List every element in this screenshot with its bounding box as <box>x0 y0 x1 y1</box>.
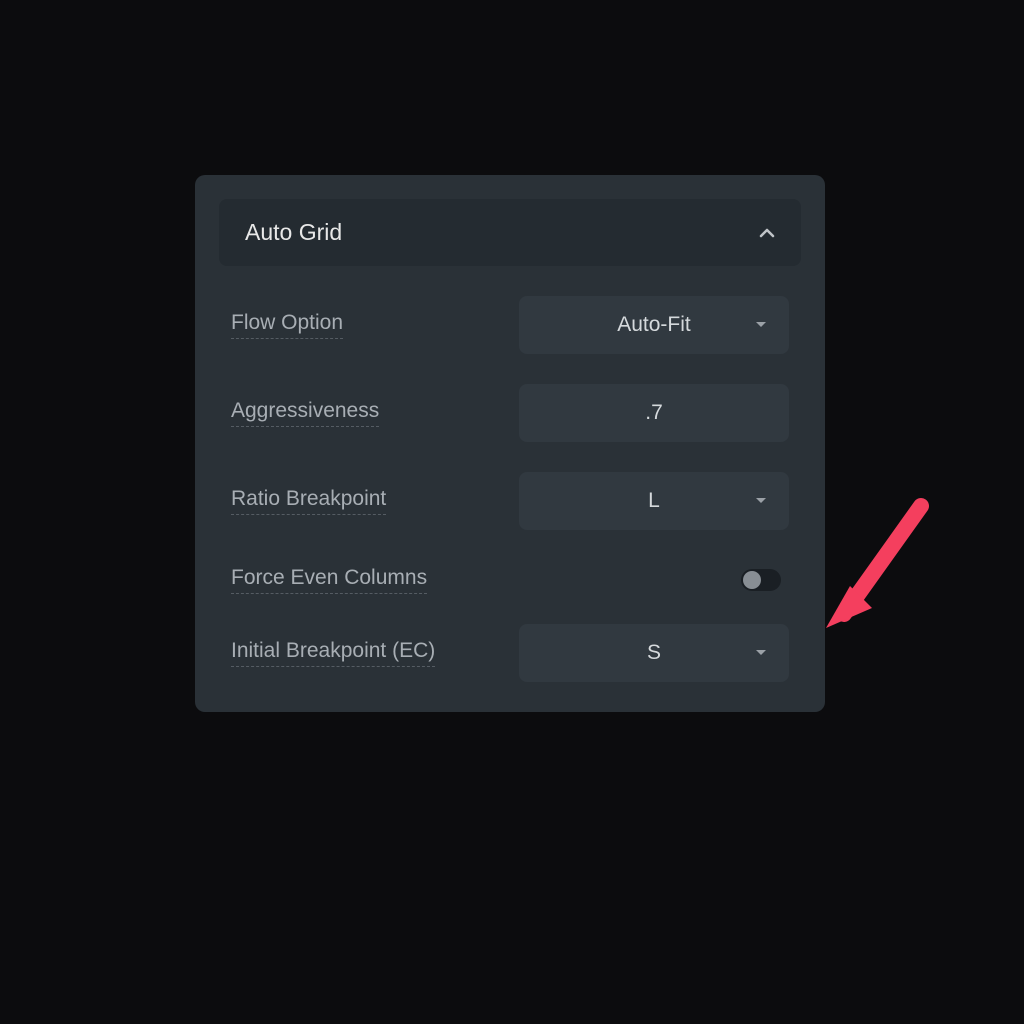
select-value: Auto-Fit <box>617 313 691 337</box>
label-flow-option: Flow Option <box>231 311 343 339</box>
toggle-force-even-columns[interactable] <box>741 569 781 591</box>
toggle-knob <box>743 571 761 589</box>
section-title: Auto Grid <box>245 219 342 246</box>
row-initial-breakpoint-ec: Initial Breakpoint (EC) S <box>219 624 801 682</box>
row-flow-option: Flow Option Auto-Fit <box>219 296 801 354</box>
label-force-even-columns: Force Even Columns <box>231 566 427 594</box>
annotation-arrow-icon <box>826 486 946 646</box>
caret-down-icon <box>755 644 767 662</box>
section-header-auto-grid[interactable]: Auto Grid <box>219 199 801 266</box>
select-value: S <box>647 641 661 665</box>
label-ratio-breakpoint: Ratio Breakpoint <box>231 487 386 515</box>
select-value: L <box>648 489 660 513</box>
input-value: .7 <box>645 401 663 425</box>
row-force-even-columns: Force Even Columns <box>219 566 801 594</box>
label-initial-breakpoint-ec: Initial Breakpoint (EC) <box>231 639 435 667</box>
row-ratio-breakpoint: Ratio Breakpoint L <box>219 472 801 530</box>
input-aggressiveness[interactable]: .7 <box>519 384 789 442</box>
select-ratio-breakpoint[interactable]: L <box>519 472 789 530</box>
auto-grid-panel: Auto Grid Flow Option Auto-Fit Aggressiv… <box>195 175 825 712</box>
select-flow-option[interactable]: Auto-Fit <box>519 296 789 354</box>
caret-down-icon <box>755 316 767 334</box>
caret-down-icon <box>755 492 767 510</box>
chevron-up-icon <box>759 228 775 238</box>
select-initial-breakpoint-ec[interactable]: S <box>519 624 789 682</box>
row-aggressiveness: Aggressiveness .7 <box>219 384 801 442</box>
label-aggressiveness: Aggressiveness <box>231 399 379 427</box>
